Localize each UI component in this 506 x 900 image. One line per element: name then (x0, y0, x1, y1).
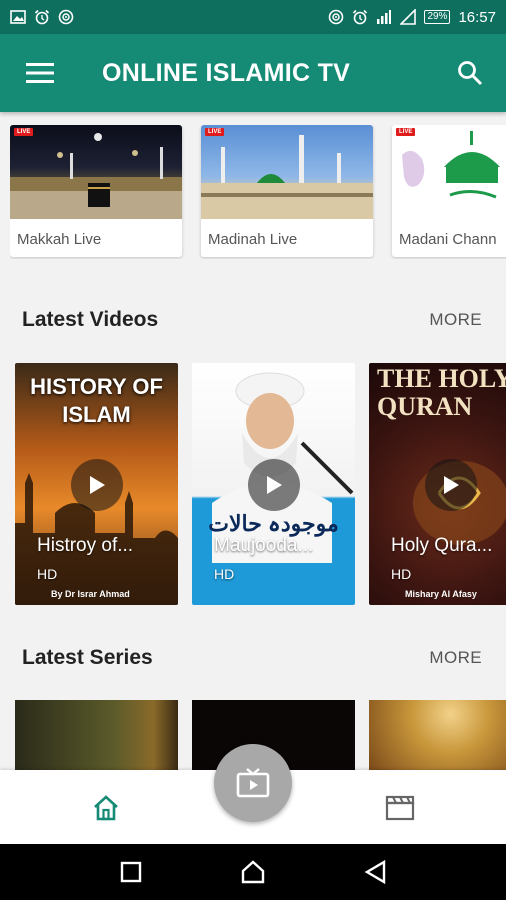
alarm-icon (34, 9, 50, 25)
play-button[interactable] (425, 459, 477, 511)
series-card[interactable] (15, 700, 178, 770)
video-title: Holy Qura... (391, 535, 493, 556)
live-channels-list: LIVE Makkah Live LIVE Madinah Live LIVE … (10, 125, 506, 259)
play-icon (444, 476, 459, 494)
latest-series-header: Latest Series MORE (22, 646, 482, 670)
live-thumbnail: LIVE (392, 125, 506, 219)
live-badge: LIVE (396, 128, 416, 136)
live-channel-card[interactable]: LIVE Madani Chann (392, 125, 506, 257)
live-badge: LIVE (205, 128, 225, 136)
live-channel-label: Madinah Live (208, 231, 298, 248)
live-channel-card[interactable]: LIVE Madinah Live (201, 125, 373, 257)
section-title: Latest Videos (22, 308, 159, 331)
video-quality: HD (214, 566, 235, 582)
clapperboard-icon (385, 795, 415, 821)
status-bar: 29% 16:57 (0, 0, 506, 34)
live-channel-label: Makkah Live (17, 231, 102, 248)
cast-icon (58, 9, 74, 25)
recents-button[interactable] (111, 852, 151, 892)
kaaba-illustration (10, 133, 182, 219)
battery-icon: 29% (424, 10, 451, 24)
more-button[interactable]: MORE (429, 310, 482, 330)
live-thumbnail: LIVE (201, 125, 373, 219)
nav-videos-button[interactable] (380, 792, 420, 824)
video-quality: HD (37, 566, 58, 582)
menu-button[interactable] (12, 45, 68, 101)
more-button[interactable]: MORE (429, 648, 482, 668)
live-channel-label: Madani Chann (399, 231, 497, 248)
home-icon (94, 795, 118, 821)
search-icon (458, 61, 483, 86)
latest-videos-header: Latest Videos MORE (22, 308, 482, 332)
live-thumbnail: LIVE (10, 125, 182, 219)
poster-heading: موجودہ حالات (208, 511, 339, 536)
video-title: Histroy of... (37, 535, 134, 556)
play-icon (90, 476, 105, 494)
video-credit: By Dr Israr Ahmad (51, 589, 130, 599)
clock: 16:57 (458, 8, 496, 26)
back-button[interactable] (355, 852, 395, 892)
video-card[interactable]: موجودہ حالات Maujooda... HD (192, 363, 355, 605)
section-title: Latest Series (22, 646, 153, 669)
alarm-icon (353, 9, 368, 25)
play-icon (267, 476, 282, 494)
video-card[interactable]: HISTORY OF ISLAM Histroy of... HD By Dr … (15, 363, 178, 605)
home-outline-icon (241, 860, 265, 884)
video-quality: HD (391, 566, 412, 582)
live-channel-card[interactable]: LIVE Makkah Live (10, 125, 182, 257)
app-title: ONLINE ISLAMIC TV (102, 58, 351, 87)
live-badge: LIVE (14, 128, 34, 136)
play-button[interactable] (71, 459, 123, 511)
live-tv-fab[interactable] (214, 744, 292, 822)
madinah-illustration (201, 135, 373, 219)
madani-channel-logo (402, 131, 500, 199)
series-card[interactable] (369, 700, 506, 770)
app-bar: ONLINE ISLAMIC TV (0, 34, 506, 112)
system-navigation-bar (0, 844, 506, 900)
recents-icon (120, 861, 142, 883)
search-button[interactable] (446, 49, 494, 97)
tv-icon (236, 768, 270, 798)
wifi-icon (400, 9, 417, 25)
back-icon (364, 860, 386, 884)
image-icon (10, 10, 26, 24)
latest-videos-list: HISTORY OF ISLAM Histroy of... HD By Dr … (15, 363, 506, 605)
video-card[interactable]: THE HOLY QURAN Holy Qura... HD Mishary A… (369, 363, 506, 605)
play-button[interactable] (248, 459, 300, 511)
nav-home-button[interactable] (86, 792, 126, 824)
menu-icon (26, 63, 54, 83)
signal-icon (377, 10, 392, 24)
video-title: Maujooda... (214, 535, 314, 556)
system-home-button[interactable] (233, 852, 273, 892)
cast-icon (329, 9, 344, 25)
video-credit: Mishary Al Afasy (405, 589, 477, 599)
